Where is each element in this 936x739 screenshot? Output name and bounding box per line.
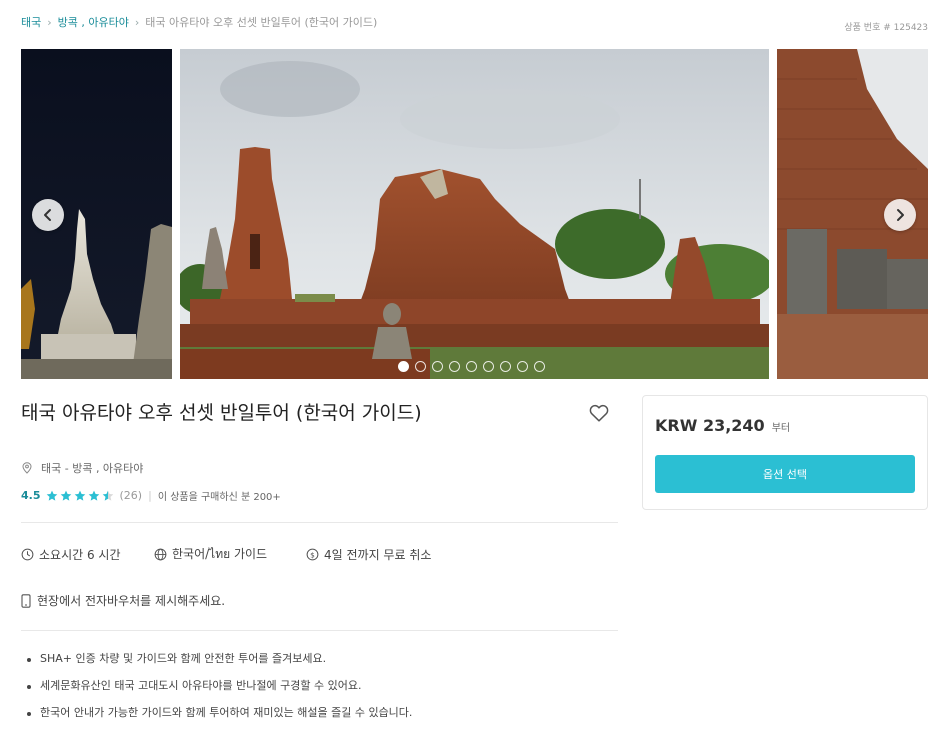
refund-icon: $ xyxy=(306,548,319,561)
select-option-button[interactable]: 옵션 선택 xyxy=(655,455,915,493)
purchase-count: 이 상품을 구매하신 분 200+ xyxy=(157,492,281,503)
price-value: KRW 23,240 xyxy=(655,416,765,435)
product-location: 태국 - 방콕 , 아유타야 xyxy=(21,460,143,476)
voucher-info: 현장에서 전자바우처를 제시해주세요. xyxy=(21,592,225,609)
divider xyxy=(21,522,618,523)
pagination-dot[interactable] xyxy=(432,361,443,372)
duration-text: 소요시간 6 시간 xyxy=(39,548,121,562)
breadcrumb: 태국 › 방콕 , 아유타야 › 태국 아유타야 오후 선셋 반일투어 (한국어… xyxy=(21,14,377,30)
highlight-item: 세계문화유산인 태국 고대도시 아유타야를 반나절에 구경할 수 있어요. xyxy=(26,679,412,706)
clock-icon xyxy=(21,548,34,561)
breadcrumb-separator: › xyxy=(134,15,140,29)
highlight-item: 한국어 안내가 가능한 가이드와 함께 투어하여 재미있는 해설을 즐길 수 있… xyxy=(26,706,412,733)
voucher-text: 현장에서 전자바우처를 제시해주세요. xyxy=(37,594,226,608)
breadcrumb-separator: › xyxy=(47,15,52,29)
breadcrumb-item-current: 태국 아유타야 오후 선셋 반일투어 (한국어 가이드) xyxy=(145,16,378,29)
star-icon xyxy=(46,490,57,501)
rating-separator: | xyxy=(148,489,152,502)
chevron-left-icon xyxy=(44,209,51,221)
pagination-dot[interactable] xyxy=(415,361,426,372)
product-info-row: 소요시간 6 시간 한국어/ไทย 가이드 $ 4일 전까지 무료 취소 xyxy=(21,545,431,564)
pagination-dot[interactable] xyxy=(449,361,460,372)
pagination-dot[interactable] xyxy=(398,361,409,372)
rating-stars xyxy=(46,490,114,502)
breadcrumb-item-thailand[interactable]: 태국 xyxy=(21,14,41,30)
mobile-phone-icon xyxy=(21,593,31,608)
cancellation-info: $ 4일 전까지 무료 취소 xyxy=(306,546,431,563)
pagination-dot[interactable] xyxy=(534,361,545,372)
gallery-pagination xyxy=(398,361,545,372)
breadcrumb-item-bangkok-ayutthaya[interactable]: 방콕 , 아유타야 xyxy=(58,14,129,30)
price-line: KRW 23,240 부터 xyxy=(655,416,790,435)
pagination-dot[interactable] xyxy=(500,361,511,372)
wishlist-button[interactable] xyxy=(588,402,610,424)
price-suffix: 부터 xyxy=(771,423,791,434)
pagination-dot[interactable] xyxy=(517,361,528,372)
highlight-item: SHA+ 인증 차량 및 가이드와 함께 안전한 투어를 즐겨보세요. xyxy=(26,652,412,679)
location-text: 태국 - 방콕 , 아유타야 xyxy=(41,462,144,475)
language-text: 한국어/ไทย 가이드 xyxy=(172,547,268,561)
top-bar: 태국 › 방콕 , 아유타야 › 태국 아유타야 오후 선셋 반일투어 (한국어… xyxy=(21,14,928,34)
price-card: KRW 23,240 부터 옵션 선택 xyxy=(642,395,928,510)
pagination-dot[interactable] xyxy=(466,361,477,372)
cancellation-text: 4일 전까지 무료 취소 xyxy=(324,548,432,562)
duration-info: 소요시간 6 시간 xyxy=(21,546,154,563)
language-info: 한국어/ไทย 가이드 xyxy=(154,545,306,564)
ayutthaya-ruins-photo xyxy=(180,49,769,379)
rating-row: 4.5 (26) | 이 상품을 구매하신 분 200+ xyxy=(21,488,281,503)
product-title: 태국 아유타야 오후 선셋 반일투어 (한국어 가이드) xyxy=(21,402,422,424)
gallery-next-button[interactable] xyxy=(884,199,916,231)
heart-icon xyxy=(589,404,609,422)
rating-score: 4.5 xyxy=(21,489,41,502)
highlights-list: SHA+ 인증 차량 및 가이드와 함께 안전한 투어를 즐겨보세요. 세계문화… xyxy=(26,652,412,733)
star-icon xyxy=(74,490,85,501)
globe-icon xyxy=(154,548,167,561)
pagination-dot[interactable] xyxy=(483,361,494,372)
chevron-right-icon xyxy=(897,209,904,221)
star-icon xyxy=(88,490,99,501)
divider xyxy=(21,630,618,631)
review-count[interactable]: (26) xyxy=(120,489,143,502)
star-icon xyxy=(102,490,113,501)
gallery-slide-current[interactable] xyxy=(180,49,769,379)
star-icon xyxy=(60,490,71,501)
gallery-prev-button[interactable] xyxy=(32,199,64,231)
image-gallery xyxy=(21,49,928,379)
svg-text:$: $ xyxy=(310,550,315,559)
map-pin-icon xyxy=(22,462,32,474)
product-number: 상품 번호 # 125423 xyxy=(844,23,928,33)
